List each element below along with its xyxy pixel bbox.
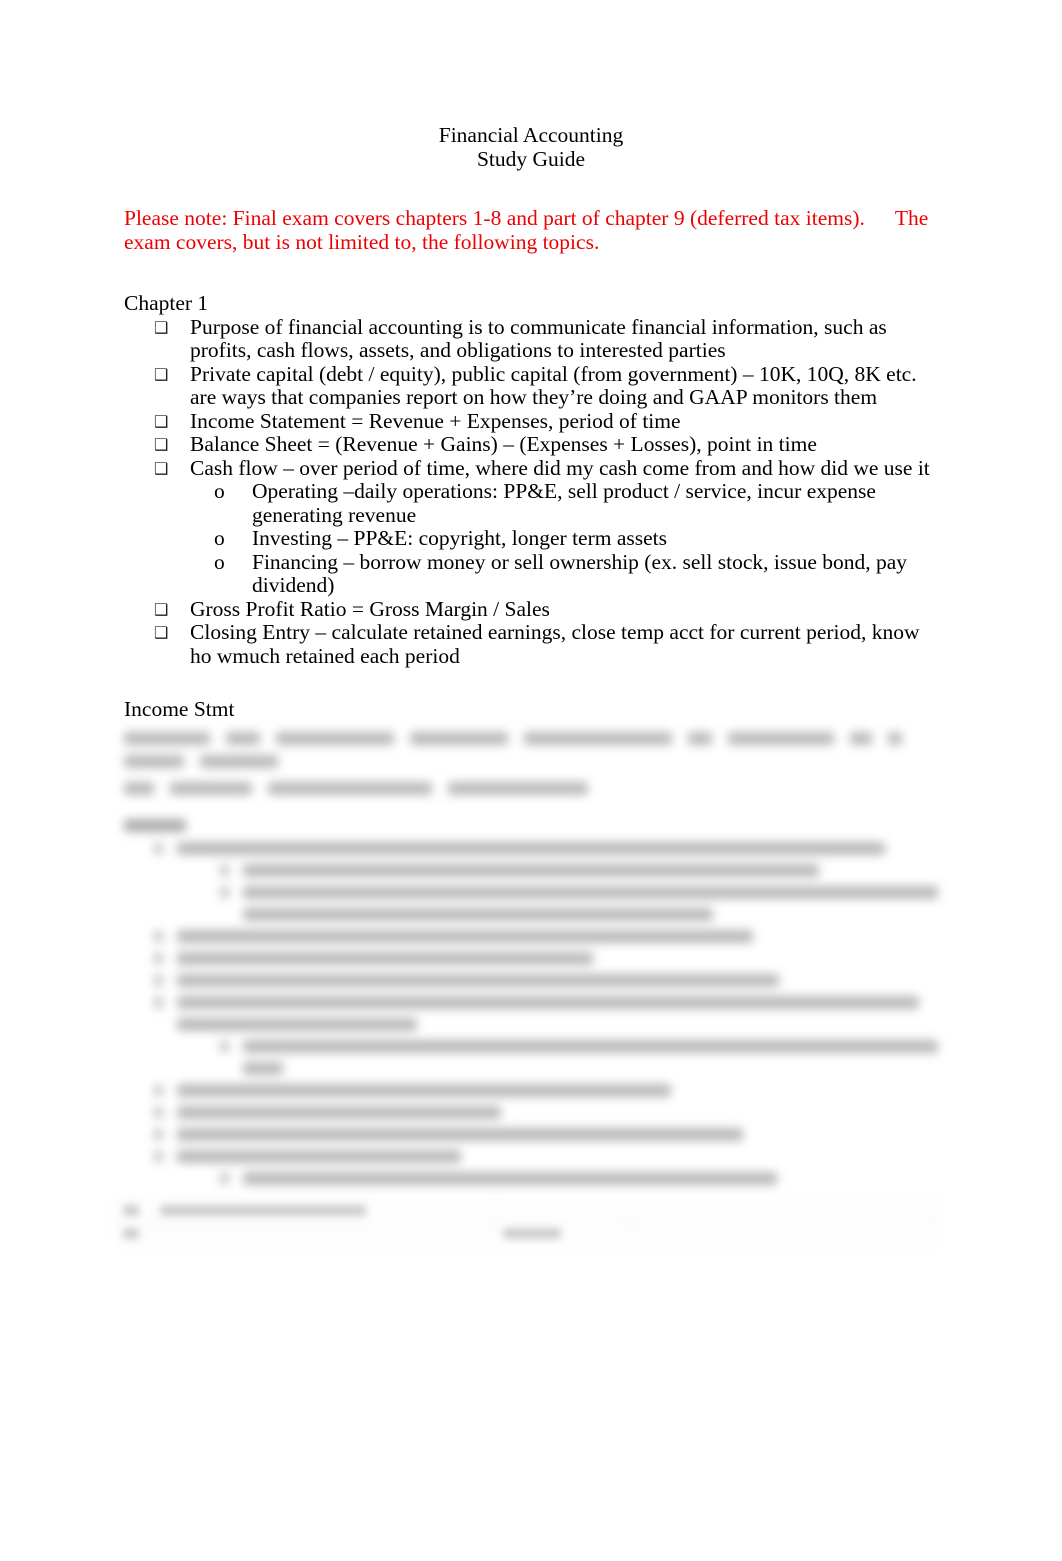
blurred-sub-list-item xyxy=(220,1039,938,1053)
bullet-box-icon: ❑ xyxy=(154,435,169,454)
list-item-text: Private capital (debt / equity), public … xyxy=(190,361,917,409)
bullet-box-icon: ❑ xyxy=(154,317,169,337)
sub-list-item-text: Investing – PP&E: copyright, longer term… xyxy=(252,526,668,550)
list-item-text: Balance Sheet = (Revenue + Gains) – (Exp… xyxy=(190,432,817,456)
chapter-1-list: ❑ Purpose of financial accounting is to … xyxy=(124,314,938,669)
list-item: ❑ Purpose of financial accounting is to … xyxy=(124,314,938,363)
sub-list-item: o Financing – borrow money or sell owner… xyxy=(190,549,938,598)
blurred-text-line xyxy=(124,731,938,745)
blurred-heading xyxy=(124,818,186,832)
table-cell xyxy=(630,1222,937,1244)
blurred-list-item xyxy=(154,951,938,965)
list-item: ❑ Cash flow – over period of time, where… xyxy=(124,455,938,598)
blurred-list-item xyxy=(154,1105,938,1119)
table-row xyxy=(117,1199,937,1222)
income-stmt-heading: Income Stmt xyxy=(124,697,235,721)
exam-note-part1: Please note: Final exam covers chapters … xyxy=(124,206,865,230)
page-subtitle: Study Guide xyxy=(476,146,586,171)
blurred-sub-list-item xyxy=(220,863,938,877)
list-item-text: Cash flow – over period of time, where d… xyxy=(190,455,930,480)
sub-list-item: o Investing – PP&E: copyright, longer te… xyxy=(190,526,938,551)
blurred-sub-list-item xyxy=(220,1171,938,1185)
sub-list-item-text: Operating –daily operations: PP&E, sell … xyxy=(252,479,876,527)
sub-bullet-o-icon: o xyxy=(214,549,225,574)
list-item: ❑ Private capital (debt / equity), publi… xyxy=(124,361,938,410)
blurred-sub-list-item xyxy=(220,1061,938,1075)
bullet-box-icon: ❑ xyxy=(154,364,169,384)
sub-list-item-text: Financing – borrow money or sell ownersh… xyxy=(252,549,908,597)
table-cell xyxy=(117,1222,154,1244)
cash-flow-sublist: o Operating –daily operations: PP&E, sel… xyxy=(190,479,938,598)
list-item-text: Closing Entry – calculate retained earni… xyxy=(190,620,920,668)
document-page: Financial Accounting Study Guide Please … xyxy=(0,0,1062,1561)
table-cell xyxy=(154,1199,497,1221)
document-body: Financial Accounting Study Guide Please … xyxy=(124,0,938,1194)
blurred-list-item xyxy=(154,841,938,855)
table-cell xyxy=(117,1199,154,1221)
exam-note: Please note: Final exam covers chapters … xyxy=(124,206,938,254)
list-item: ❑ Closing Entry – calculate retained ear… xyxy=(124,620,938,668)
blurred-sub-list-item xyxy=(220,907,938,921)
blurred-sub-list-item xyxy=(220,885,938,899)
bullet-box-icon: ❑ xyxy=(154,599,169,619)
table-row xyxy=(117,1222,937,1244)
list-item: ❑ Gross Profit Ratio = Gross Margin / Sa… xyxy=(124,596,938,622)
list-item-text: Gross Profit Ratio = Gross Margin / Sale… xyxy=(190,596,550,621)
bullet-box-icon: ❑ xyxy=(154,458,169,478)
bullet-box-icon: ❑ xyxy=(154,623,169,642)
table-cell xyxy=(154,1222,497,1244)
blurred-list-item xyxy=(154,1017,938,1031)
document-title-block: Financial Accounting Study Guide xyxy=(124,0,938,171)
blurred-text-line xyxy=(124,781,938,795)
preview-table xyxy=(116,1198,938,1245)
blurred-preview-region xyxy=(124,731,938,1185)
page-title: Financial Accounting xyxy=(438,123,624,147)
blurred-text-line xyxy=(124,754,938,768)
blurred-list-item xyxy=(154,929,938,943)
sub-bullet-o-icon: o xyxy=(214,479,225,503)
chapter-1-heading: Chapter 1 xyxy=(124,291,209,315)
list-item: ❑ Income Statement = Revenue + Expenses,… xyxy=(124,408,938,434)
blurred-list-item xyxy=(154,995,938,1009)
table-cell xyxy=(497,1222,630,1244)
list-item-text: Purpose of financial accounting is to co… xyxy=(190,314,887,362)
blurred-list-item xyxy=(154,1149,938,1163)
blurred-list-item xyxy=(154,1127,938,1141)
list-item-text: Income Statement = Revenue + Expenses, p… xyxy=(190,408,681,433)
bullet-box-icon: ❑ xyxy=(154,411,169,431)
blurred-list-item xyxy=(154,1083,938,1097)
blurred-list-item xyxy=(154,973,938,987)
sub-bullet-o-icon: o xyxy=(214,526,225,550)
table-cell xyxy=(497,1199,937,1221)
sub-list-item: o Operating –daily operations: PP&E, sel… xyxy=(190,479,938,527)
list-item: ❑ Balance Sheet = (Revenue + Gains) – (E… xyxy=(124,432,938,457)
